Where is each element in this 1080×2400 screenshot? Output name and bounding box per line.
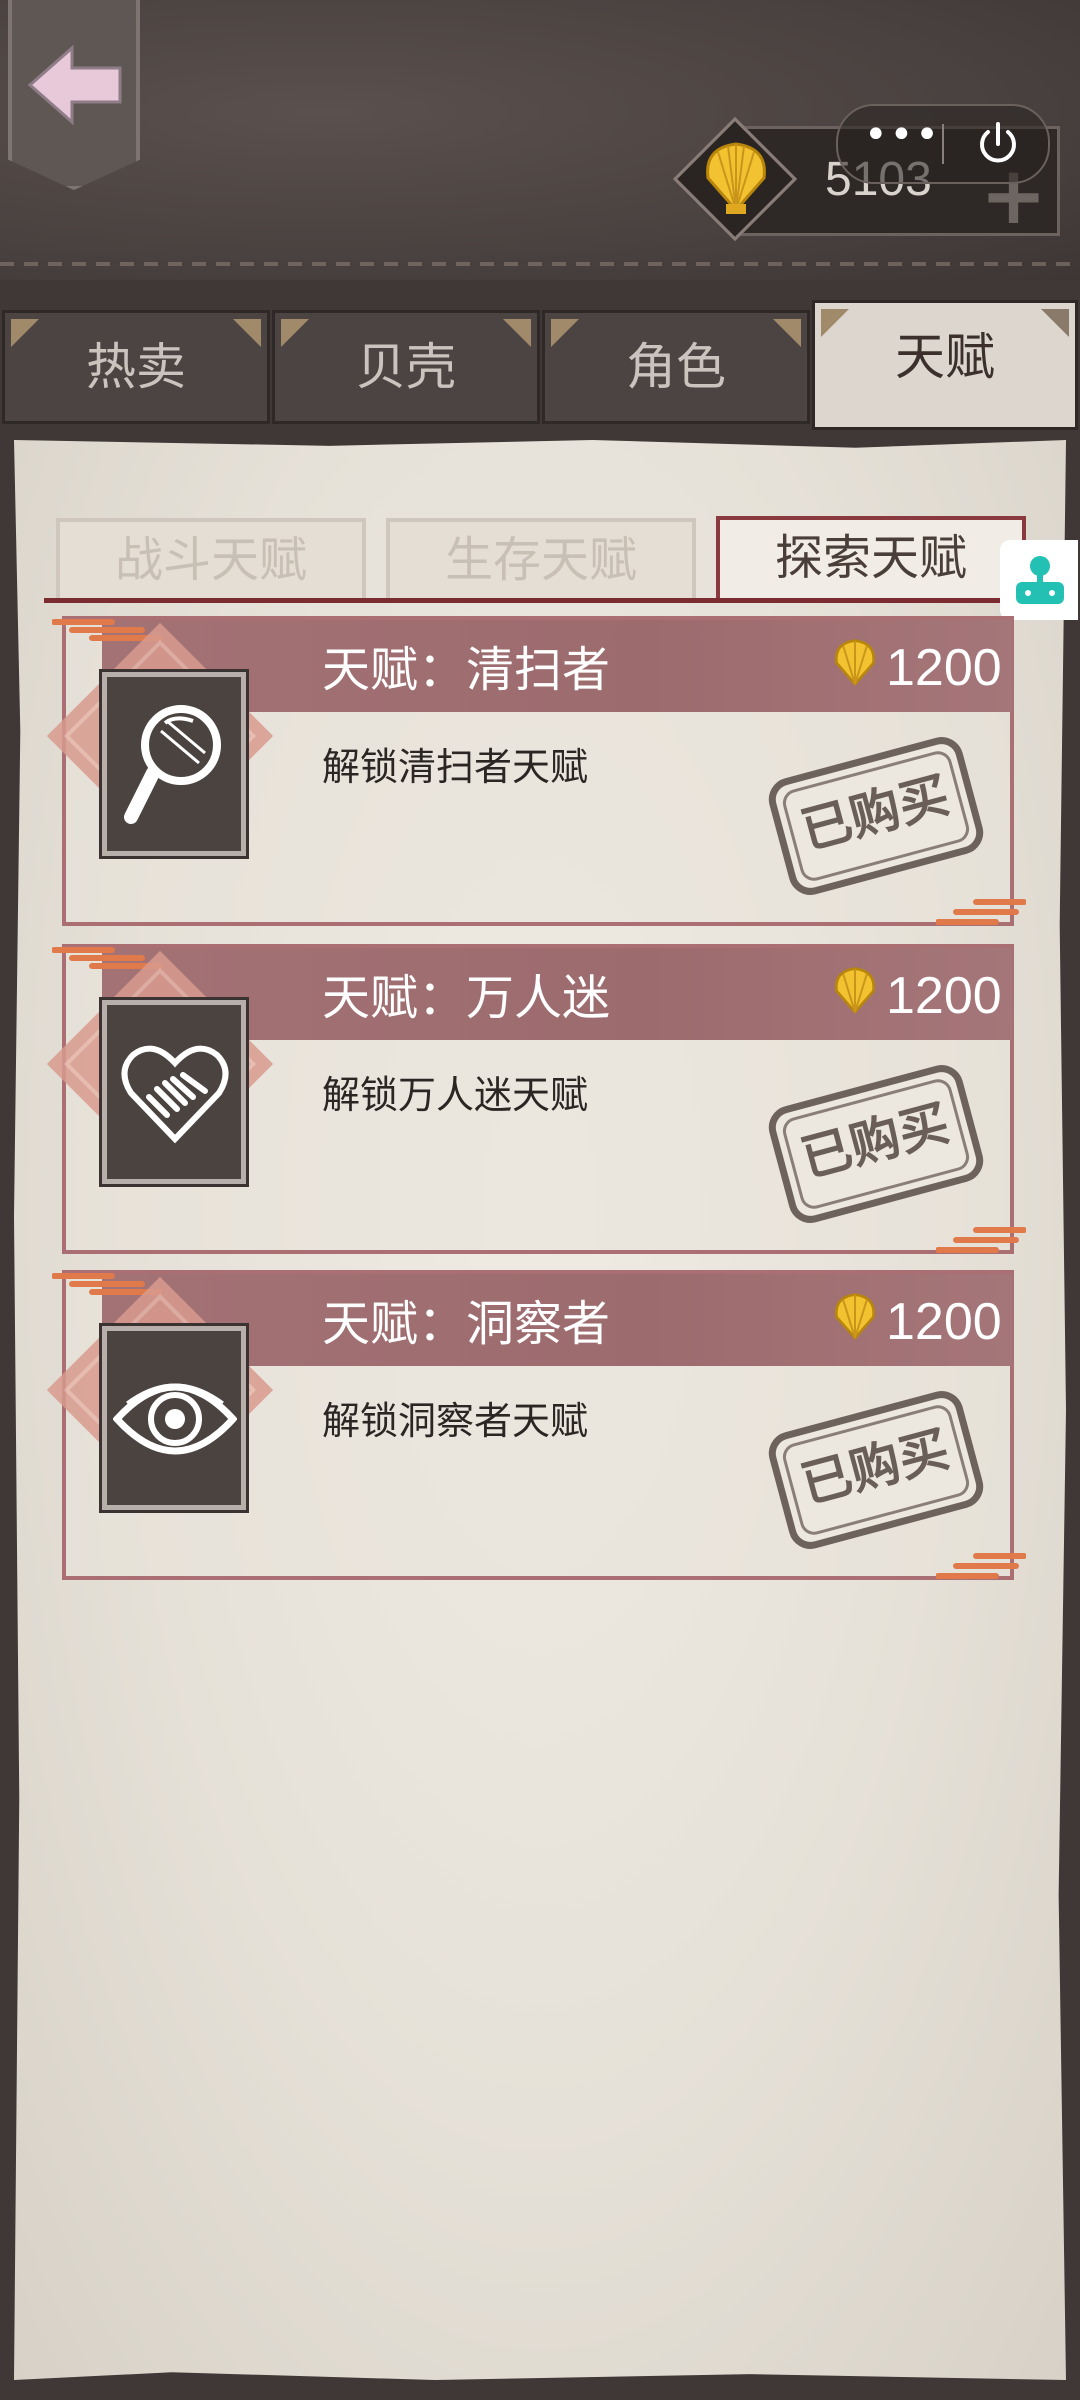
tab-characters[interactable]: 角色	[542, 310, 810, 424]
talent-price: 1200	[886, 967, 1002, 1025]
magnifier-icon	[124, 705, 221, 824]
back-button[interactable]	[8, 0, 140, 190]
game-assistant-icon	[1016, 556, 1064, 604]
more-menu-button[interactable]: •••	[864, 112, 941, 158]
shell-icon	[834, 639, 876, 687]
capsule-divider	[942, 124, 944, 164]
talent-title: 天赋：清扫者	[322, 642, 611, 698]
talent-description: 解锁万人迷天赋	[322, 1073, 589, 1117]
talent-card: 天赋：洞察者 1200 解锁洞察者天赋 已购买	[46, 1270, 1026, 1580]
subtab-explore-talent[interactable]: 探索天赋	[716, 516, 1026, 600]
talent-icon-frame	[99, 997, 249, 1187]
cloud-ornament-icon	[936, 899, 1026, 925]
subtab-combat-talent[interactable]: 战斗天赋	[56, 518, 366, 602]
talent-icon-frame	[99, 1323, 249, 1513]
tab-label: 热卖	[86, 338, 186, 396]
subtab-survival-talent[interactable]: 生存天赋	[386, 518, 696, 602]
tab-label: 角色	[626, 338, 726, 396]
subtab-label: 探索天赋	[774, 530, 967, 586]
tab-shells[interactable]: 贝壳	[272, 310, 540, 424]
subtab-underline	[44, 598, 1020, 603]
tab-label: 天赋	[895, 328, 995, 386]
talent-card: 天赋：清扫者 1200 解锁清扫者天赋 已购买	[46, 616, 1026, 926]
back-arrow-icon	[27, 44, 122, 126]
purchased-label: 已购买	[795, 1093, 956, 1189]
tab-label: 贝壳	[356, 338, 456, 396]
subtab-label: 战斗天赋	[114, 532, 307, 588]
eye-icon	[113, 1383, 237, 1455]
floating-game-assistant-button[interactable]	[1000, 540, 1078, 620]
talent-title: 天赋：洞察者	[322, 1296, 611, 1352]
shell-icon	[706, 142, 766, 214]
talent-card: 天赋：万人迷 1200 解锁万人迷天赋 已购买	[46, 944, 1026, 1254]
purchased-label: 已购买	[795, 765, 956, 861]
talent-description: 解锁清扫者天赋	[322, 745, 589, 789]
shell-icon	[834, 967, 876, 1015]
talent-price: 1200	[886, 1293, 1002, 1351]
top-header: 5103 + •••	[0, 0, 1080, 280]
talent-description: 解锁洞察者天赋	[322, 1399, 589, 1443]
mini-program-capsule: •••	[836, 104, 1050, 184]
shell-icon	[834, 1293, 876, 1341]
talent-icon-frame	[99, 669, 249, 859]
talent-price: 1200	[886, 639, 1002, 697]
tab-hot-sale[interactable]: 热卖	[2, 310, 270, 424]
main-tab-bar: 热卖 贝壳 角色 天赋	[0, 300, 1080, 430]
cloud-ornament-icon	[936, 1227, 1026, 1253]
cloud-ornament-icon	[936, 1553, 1026, 1579]
purchased-label: 已购买	[795, 1419, 956, 1515]
talent-title: 天赋：万人迷	[322, 970, 611, 1026]
tab-talents[interactable]: 天赋	[812, 300, 1078, 430]
heart-handshake-icon	[121, 1045, 229, 1144]
power-icon[interactable]	[972, 118, 1024, 170]
subtab-label: 生存天赋	[444, 532, 637, 588]
